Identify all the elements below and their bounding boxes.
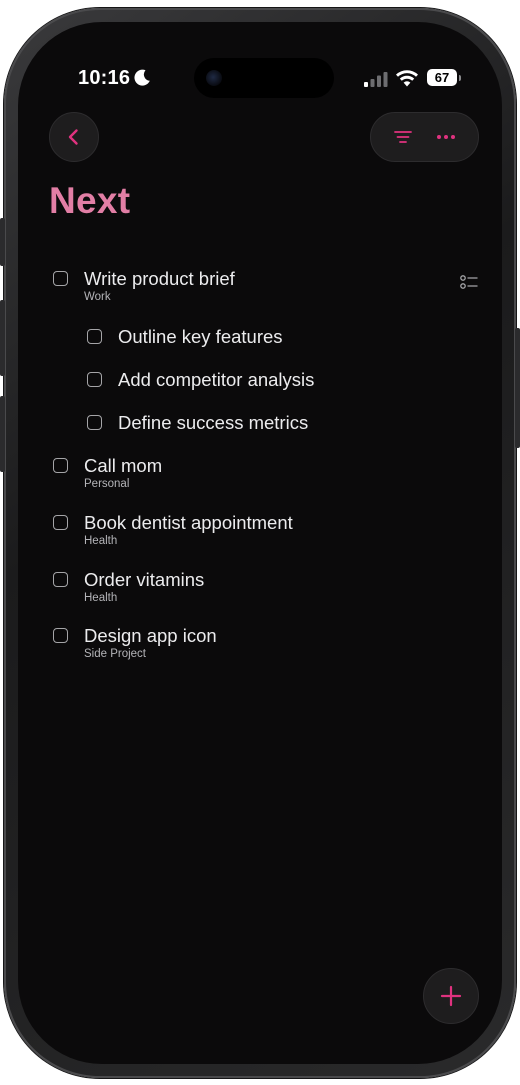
phone-frame: 10:16 67 Next Write product brief Work O… <box>0 8 520 1078</box>
page-title: Next <box>49 180 131 221</box>
task-title: Order vitamins <box>84 569 205 590</box>
wifi-icon <box>396 70 418 87</box>
add-task-button[interactable] <box>423 968 479 1024</box>
task-tag: Work <box>84 291 111 303</box>
battery-icon: 67 <box>427 69 457 86</box>
chevron-left-icon <box>68 129 78 145</box>
volume-up-button <box>0 300 5 376</box>
status-time: 10:16 <box>78 67 131 89</box>
task-tag: Personal <box>84 478 130 490</box>
subtask-checkbox[interactable] <box>87 372 102 387</box>
subtask-title: Add competitor analysis <box>118 369 315 390</box>
checklist-icon[interactable] <box>460 274 478 290</box>
task-title: Write product brief <box>84 268 235 289</box>
power-button <box>515 328 520 448</box>
task-title: Book dentist appointment <box>84 512 293 533</box>
task-item[interactable]: Design app icon Side Project <box>53 625 453 665</box>
plus-icon <box>440 985 462 1007</box>
camera-icon <box>206 70 222 86</box>
volume-down-button <box>0 396 5 472</box>
moon-icon <box>134 69 150 86</box>
task-checkbox[interactable] <box>53 515 68 530</box>
action-button <box>0 218 5 266</box>
task-title: Design app icon <box>84 625 217 646</box>
task-title: Call mom <box>84 455 163 476</box>
subtask-item[interactable]: Outline key features <box>87 326 447 352</box>
subtask-checkbox[interactable] <box>87 415 102 430</box>
task-tag: Health <box>84 592 118 604</box>
task-item[interactable]: Order vitamins Health <box>53 569 453 609</box>
toolbar-actions <box>370 112 479 162</box>
subtask-checkbox[interactable] <box>87 329 102 344</box>
task-checkbox[interactable] <box>53 271 68 286</box>
ellipsis-icon <box>437 135 456 139</box>
task-checkbox[interactable] <box>53 572 68 587</box>
task-tag: Health <box>84 535 118 547</box>
subtask-item[interactable]: Add competitor analysis <box>87 369 447 395</box>
back-button[interactable] <box>49 112 99 162</box>
task-item[interactable]: Call mom Personal <box>53 455 453 495</box>
subtask-title: Define success metrics <box>118 412 309 433</box>
filter-button[interactable] <box>388 122 418 152</box>
task-item[interactable]: Write product brief Work <box>53 268 453 308</box>
task-checkbox[interactable] <box>53 628 68 643</box>
filter-lines-icon <box>393 131 412 143</box>
screen: 10:16 67 Next Write product brief Work O… <box>18 22 502 1064</box>
battery-tip <box>459 75 461 81</box>
task-item[interactable]: Book dentist appointment Health <box>53 512 453 552</box>
more-button[interactable] <box>431 122 461 152</box>
task-tag: Side Project <box>84 648 147 660</box>
signal-icon <box>364 72 388 87</box>
task-checkbox[interactable] <box>53 458 68 473</box>
subtask-title: Outline key features <box>118 326 283 347</box>
subtask-item[interactable]: Define success metrics <box>87 412 447 438</box>
dynamic-island <box>194 58 334 98</box>
